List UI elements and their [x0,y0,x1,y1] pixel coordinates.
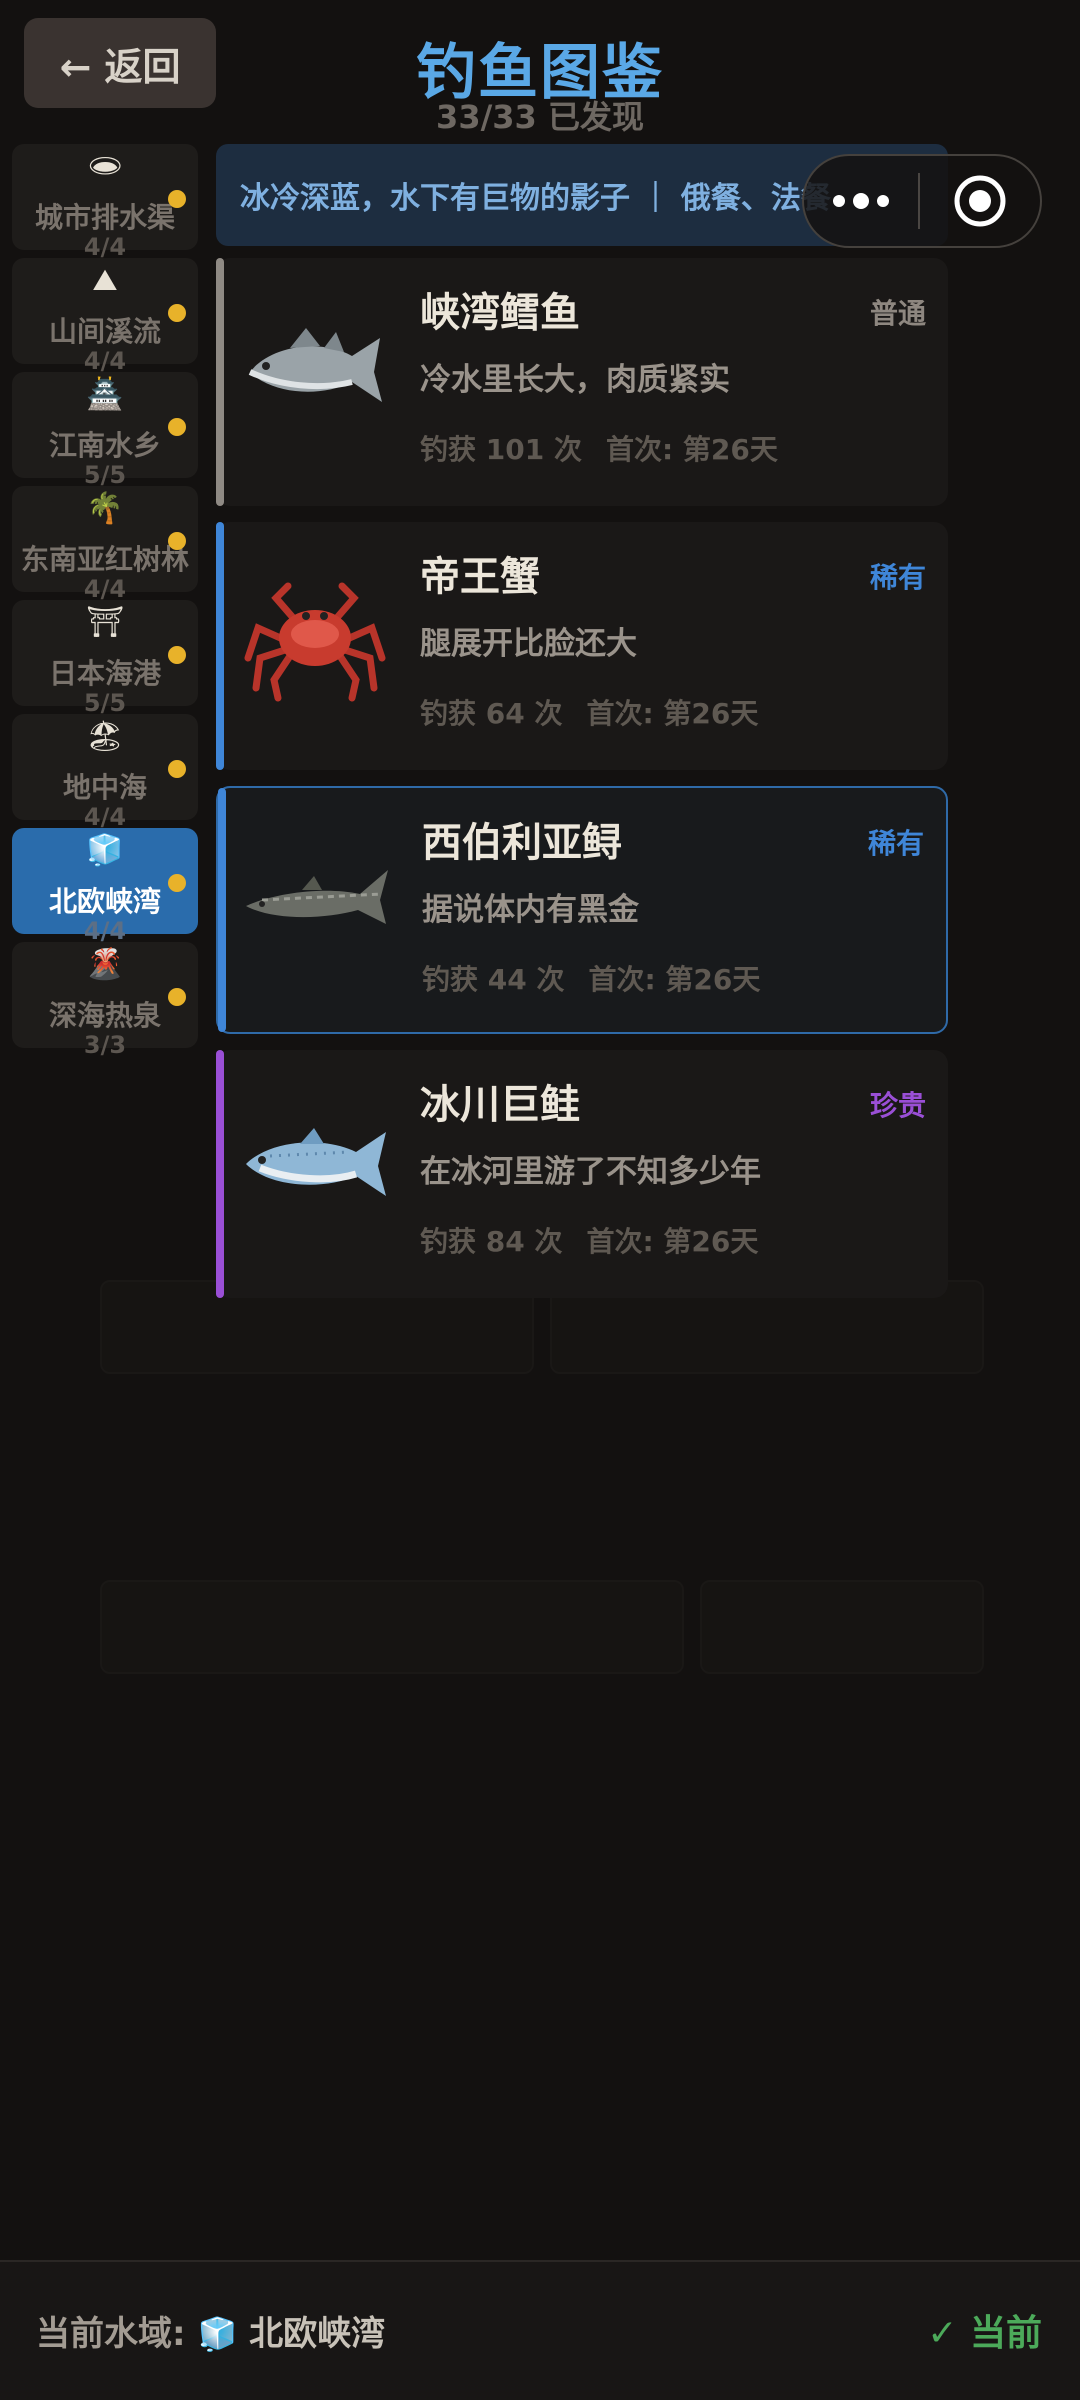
sidebar-item-label: 城市排水渠 [34,201,175,234]
sidebar-item-region[interactable]: 🏯 江南水乡 5/5 [12,372,198,488]
fish-card[interactable]: 帝王蟹 稀有 腿展开比脸还大 钓获 64 次首次: 第26天 [216,522,948,770]
fish-description: 在冰河里游了不知多少年 [420,1154,761,1190]
sidebar-item-region[interactable]: ⛩ 日本海港 5/5 [12,600,198,716]
fish-description: 冷水里长大，肉质紧实 [420,362,730,398]
sidebar-item-region[interactable]: 🕳 城市排水渠 4/4 [12,144,198,260]
fish-description: 据说体内有黑金 [422,892,639,928]
sidebar-item-label: 北欧峡湾 [48,885,161,918]
sturgeon-icon [242,824,392,974]
sidebar-item-region[interactable]: ⛰ 山间溪流 4/4 [12,258,198,374]
sidebar-item-label: 东南亚红树林 [20,543,189,576]
cod-icon [240,294,390,444]
sidebar-item-region[interactable]: 🏖 地中海 4/4 [12,714,198,830]
palm-tree-icon: 🌴 [86,491,124,526]
sidebar-item-label: 深海热泉 [48,999,161,1032]
sidebar-item-label: 山间溪流 [48,315,161,348]
catch-count: 钓获 64 次 [420,697,563,730]
fish-card[interactable]: 西伯利亚鲟 稀有 据说体内有黑金 钓获 44 次首次: 第26天 [216,786,948,1034]
new-indicator-dot [168,646,186,664]
first-catch-day: 首次: 第26天 [605,433,778,466]
fish-stats: 钓获 84 次首次: 第26天 [420,1220,758,1260]
mountain-icon: ⛰ [92,263,118,298]
current-region-label: 当前水域: [36,2314,186,2354]
background-panel [700,1580,984,1674]
first-catch-day: 首次: 第26天 [586,697,759,730]
rarity-badge: 普通 [869,297,926,330]
fish-description: 腿展开比脸还大 [420,626,637,662]
sidebar-item-label: 日本海港 [48,657,161,690]
sidebar-item-count: 4/4 [83,803,127,831]
new-indicator-dot [168,874,186,892]
first-catch-day: 首次: 第26天 [586,1225,759,1258]
fish-name: 帝王蟹 [420,554,540,600]
discovered-count: 33/33 已发现 [436,98,644,136]
fish-card[interactable]: 峡湾鳕鱼 普通 冷水里长大，肉质紧实 钓获 101 次首次: 第26天 [216,258,948,506]
sidebar-item-region[interactable]: 🧊 北欧峡湾 4/4 [12,828,198,944]
torii-icon: ⛩ [85,605,125,640]
sidebar-item-count: 4/4 [83,575,127,603]
salmon-icon [240,1086,390,1236]
more-menu-button[interactable] [804,193,918,209]
current-region-name: 北欧峡湾 [249,2314,386,2354]
ice-cube-icon: 🧊 [86,833,124,868]
new-indicator-dot [168,190,186,208]
sidebar-item-label: 地中海 [62,771,147,804]
catch-count: 钓获 84 次 [420,1225,563,1258]
rarity-badge: 稀有 [867,827,924,860]
fish-stats: 钓获 44 次首次: 第26天 [422,958,760,998]
catch-count: 钓获 101 次 [420,433,582,466]
background-panel [100,1580,684,1674]
sidebar-item-count: 5/5 [83,461,127,489]
rarity-badge: 珍贵 [869,1089,926,1122]
sidebar-item-label: 江南水乡 [48,429,161,462]
first-catch-day: 首次: 第26天 [588,963,761,996]
pagoda-icon: 🏯 [86,377,124,412]
fish-name: 西伯利亚鲟 [422,820,622,866]
region-description: 冰冷深蓝，水下有巨物的影子 ｜ 俄餐、法餐 [240,181,831,216]
sidebar-item-region[interactable]: 🌴 东南亚红树林 4/4 [12,486,198,602]
sidebar-item-count: 4/4 [83,347,127,375]
sidebar-item-count: 5/5 [83,689,127,717]
fish-stats: 钓获 101 次首次: 第26天 [420,428,778,468]
rarity-bar [218,788,226,1032]
mini-program-capsule [802,154,1042,248]
king-crab-icon [240,558,390,708]
sidebar-item-count: 3/3 [83,1031,127,1059]
region-sidebar: 🕳 城市排水渠 4/4 ⛰ 山间溪流 4/4 🏯 江南水乡 5/5 🌴 东南亚红树林 4/4 ⛩ 日本海港… [12,144,198,1058]
new-indicator-dot [168,760,186,778]
fish-stats: 钓获 64 次首次: 第26天 [420,692,758,732]
target-icon [954,175,1006,227]
beach-umbrella-icon: 🏖 [85,719,125,754]
fish-name: 峡湾鳕鱼 [420,290,580,336]
manhole-icon: 🕳 [85,149,125,184]
ice-cube-icon: 🧊 [197,2315,238,2353]
new-indicator-dot [168,304,186,322]
new-indicator-dot [168,988,186,1006]
close-mini-program-button[interactable] [920,173,1040,229]
current-region-info: 当前水域: 🧊 北欧峡湾 [36,2306,385,2355]
catch-count: 钓获 44 次 [422,963,565,996]
sidebar-item-count: 4/4 [83,233,127,261]
volcano-icon: 🌋 [86,947,124,982]
sidebar-item-count: 4/4 [83,917,127,945]
rarity-bar [216,258,224,506]
rarity-badge: 稀有 [869,561,926,594]
rarity-bar [216,1050,224,1298]
new-indicator-dot [168,532,186,550]
fish-name: 冰川巨鲑 [420,1082,580,1128]
fish-card[interactable]: 冰川巨鲑 珍贵 在冰河里游了不知多少年 钓获 84 次首次: 第26天 [216,1050,948,1298]
rarity-bar [216,522,224,770]
footer-bar: 当前水域: 🧊 北欧峡湾 ✓ 当前 [0,2260,1080,2400]
current-status-badge[interactable]: ✓ 当前 [927,2304,1042,2356]
new-indicator-dot [168,418,186,436]
sidebar-item-region[interactable]: 🌋 深海热泉 3/3 [12,942,198,1058]
